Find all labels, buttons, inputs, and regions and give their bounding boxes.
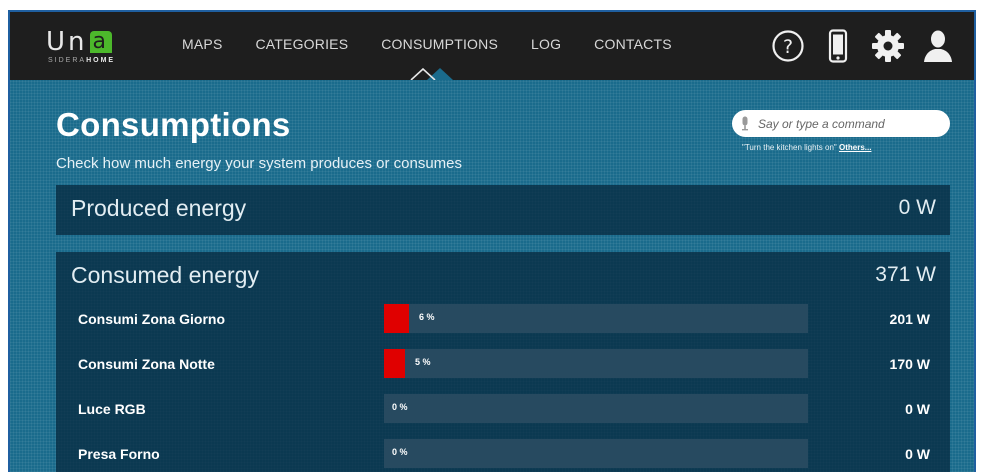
user-icon[interactable] xyxy=(918,26,958,66)
consumption-label: Consumi Zona Giorno xyxy=(78,311,225,327)
consumed-energy-panel: Consumed energy 371 W Consumi Zona Giorn… xyxy=(56,252,950,472)
consumed-energy-title: Consumed energy xyxy=(71,262,259,288)
consumption-bar: 0 % xyxy=(384,439,808,468)
consumption-bar: 6 % xyxy=(384,304,808,333)
page-title: Consumptions xyxy=(56,106,291,143)
consumption-percent: 6 % xyxy=(419,312,435,322)
consumption-bar: 5 % xyxy=(384,349,808,378)
consumption-value: 170 W xyxy=(889,356,930,372)
nav-categories[interactable]: CATEGORIES xyxy=(255,12,348,80)
logo-wordmark-accent: a xyxy=(89,31,112,53)
logo-subtitle: SIDERAHOME xyxy=(48,57,115,64)
consumption-bar: 0 % xyxy=(384,394,808,423)
consumption-list: Consumi Zona Giorno 6 % 201 W Consumi Zo… xyxy=(56,297,950,472)
produced-energy-value: 0 W xyxy=(898,196,936,219)
voice-hint-others-link[interactable]: Others... xyxy=(839,143,871,152)
phone-icon[interactable] xyxy=(818,26,858,66)
svg-text:?: ? xyxy=(783,36,793,58)
consumption-percent: 0 % xyxy=(392,447,408,457)
main-nav: MAPS CATEGORIES CONSUMPTIONS LOG CONTACT… xyxy=(182,12,705,80)
nav-consumptions[interactable]: CONSUMPTIONS xyxy=(381,12,498,80)
consumption-row: Luce RGB 0 % 0 W xyxy=(56,387,950,432)
nav-maps[interactable]: MAPS xyxy=(182,12,222,80)
logo-sub-prefix: SIDERA xyxy=(48,57,87,64)
help-icon[interactable]: ? xyxy=(768,26,808,66)
produced-energy-title: Produced energy xyxy=(71,195,247,221)
voice-hint-example: "Turn the kitchen lights on" xyxy=(742,143,837,152)
consumption-bar-fill xyxy=(384,304,409,333)
consumption-row: Consumi Zona Notte 5 % 170 W xyxy=(56,342,950,387)
consumption-value: 201 W xyxy=(889,311,930,327)
consumed-energy-value: 371 W xyxy=(875,263,936,286)
consumption-label: Presa Forno xyxy=(78,446,160,462)
voice-command-input[interactable] xyxy=(758,116,938,131)
page-subtitle: Check how much energy your system produc… xyxy=(56,155,463,172)
consumption-percent: 0 % xyxy=(392,402,408,412)
nav-log[interactable]: LOG xyxy=(531,12,561,80)
consumption-value: 0 W xyxy=(905,401,930,417)
una-logo[interactable]: Un a SIDERAHOME xyxy=(46,28,136,66)
consumption-row: Presa Forno 0 % 0 W xyxy=(56,432,950,472)
nav-contacts[interactable]: CONTACTS xyxy=(594,12,672,80)
logo-sub-bold: HOME xyxy=(86,57,116,64)
produced-energy-panel: Produced energy 0 W xyxy=(56,185,950,235)
top-navigation-bar: Un a SIDERAHOME MAPS CATEGORIES CONSUMPTI… xyxy=(10,12,974,80)
logo-wordmark-start: Un xyxy=(46,27,88,57)
consumption-bar-fill xyxy=(384,349,405,378)
app-frame: Un a SIDERAHOME MAPS CATEGORIES CONSUMPTI… xyxy=(8,10,976,472)
voice-command-box[interactable] xyxy=(732,110,950,137)
active-nav-caret-icon xyxy=(410,68,436,80)
gear-icon[interactable] xyxy=(868,26,908,66)
consumption-percent: 5 % xyxy=(415,357,431,367)
toolbar-icons: ? xyxy=(758,26,958,66)
voice-command-hint: "Turn the kitchen lights on" Others... xyxy=(742,143,871,152)
consumption-label: Consumi Zona Notte xyxy=(78,356,215,372)
consumption-label: Luce RGB xyxy=(78,401,146,417)
consumption-row: Consumi Zona Giorno 6 % 201 W xyxy=(56,297,950,342)
microphone-icon[interactable] xyxy=(741,116,751,132)
consumption-value: 0 W xyxy=(905,446,930,462)
logo-wordmark: Un a xyxy=(46,28,112,56)
